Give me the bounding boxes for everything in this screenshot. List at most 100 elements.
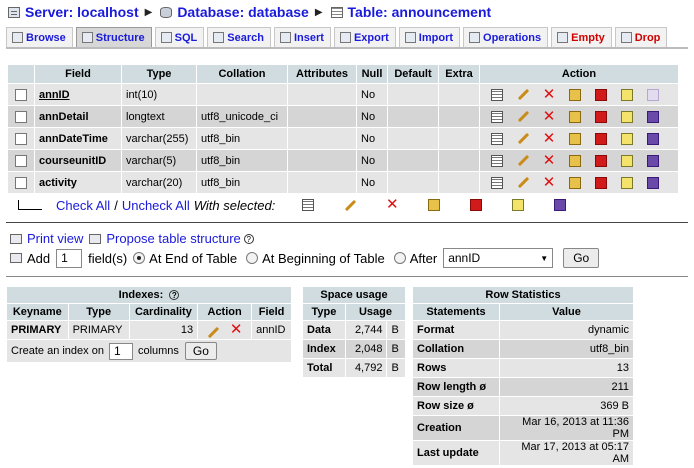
index-button[interactable] (614, 153, 640, 169)
tab-operations[interactable]: Operations (463, 27, 549, 47)
tab-import[interactable]: Import (398, 27, 461, 47)
tab-browse[interactable]: Browse (6, 27, 73, 47)
add-go-button[interactable]: Go (563, 248, 600, 268)
change-button[interactable] (510, 153, 536, 169)
browse-distinct-button[interactable] (484, 131, 510, 147)
primary-button[interactable] (562, 153, 588, 169)
index-button[interactable] (614, 131, 640, 147)
row-checkbox[interactable] (15, 132, 27, 145)
uncheck-all-link[interactable]: Uncheck All (122, 198, 190, 213)
with-selected-label: With selected: (193, 197, 276, 213)
change-button[interactable] (510, 131, 536, 147)
table-row: Data 2,744 B (303, 321, 405, 339)
index-drop-button[interactable]: ✕ (226, 322, 246, 337)
unique-button[interactable] (588, 131, 614, 147)
field-name: activity (39, 176, 77, 189)
index-button[interactable] (614, 87, 640, 103)
tab-structure[interactable]: Structure (75, 27, 152, 47)
tab-drop[interactable]: Drop (614, 27, 668, 47)
browse-distinct-button[interactable] (484, 109, 510, 125)
table-row: Rows 13 (413, 359, 633, 377)
pencil-icon (517, 88, 529, 101)
tab-sql[interactable]: SQL (154, 27, 205, 47)
unique-button[interactable] (588, 87, 614, 103)
breadcrumb-server[interactable]: Server: localhost (8, 4, 139, 20)
help-icon[interactable]: ? (169, 290, 180, 300)
primary-button[interactable] (562, 109, 588, 125)
after-field-select[interactable]: annID ▼ (443, 248, 554, 268)
create-index-go-button[interactable]: Go (184, 342, 217, 360)
create-index-count-input[interactable] (108, 342, 133, 360)
row-checkbox[interactable] (15, 88, 27, 101)
end-of-table-radio[interactable] (133, 252, 146, 264)
index-button[interactable] (614, 109, 640, 125)
check-all-link[interactable]: Check All (56, 198, 110, 213)
breadcrumb-database-label[interactable]: Database: database (177, 4, 309, 20)
header-default[interactable]: Default (388, 65, 438, 83)
unique-button[interactable] (588, 153, 614, 169)
change-button[interactable] (510, 87, 536, 103)
row-checkbox[interactable] (15, 154, 27, 167)
primary-button[interactable] (562, 131, 588, 147)
drop-button[interactable]: ✕ (536, 153, 562, 169)
tab-search[interactable]: Search (207, 27, 271, 47)
insert-icon (279, 32, 291, 43)
indexes-caption: Indexes: ? (7, 287, 291, 303)
row-checkbox[interactable] (15, 110, 27, 123)
selected-primary-button[interactable] (413, 199, 455, 211)
primary-button[interactable] (562, 87, 588, 103)
tab-insert[interactable]: Insert (273, 27, 331, 47)
fulltext-button[interactable] (640, 131, 666, 147)
browse-distinct-button[interactable] (484, 175, 510, 191)
selected-change-button[interactable] (329, 199, 371, 211)
drop-button[interactable]: ✕ (536, 109, 562, 125)
primary-button[interactable] (562, 175, 588, 191)
breadcrumb-table-label[interactable]: Table: announcement (348, 4, 492, 20)
breadcrumb-table[interactable]: Table: announcement (330, 4, 492, 20)
drop-button[interactable]: ✕ (536, 87, 562, 103)
index-button[interactable] (614, 175, 640, 191)
unique-button[interactable] (588, 175, 614, 191)
header-type[interactable]: Type (122, 65, 196, 83)
breadcrumb-database[interactable]: Database: database (160, 4, 309, 20)
propose-structure-link[interactable]: Propose table structure (106, 231, 240, 246)
stat-value: 369 B (500, 397, 633, 415)
field-type: int(10) (122, 84, 196, 105)
header-attributes[interactable]: Attributes (288, 65, 356, 83)
row-checkbox[interactable] (15, 176, 27, 189)
fulltext-button[interactable] (640, 109, 666, 125)
selected-drop-button[interactable]: ✕ (371, 197, 413, 212)
selected-browse-button[interactable] (287, 199, 329, 211)
unique-button[interactable] (588, 109, 614, 125)
header-extra[interactable]: Extra (439, 65, 479, 83)
header-value: Value (500, 304, 633, 320)
add-field-count-input[interactable] (56, 248, 83, 268)
change-button[interactable] (510, 175, 536, 191)
print-view-link[interactable]: Print view (27, 231, 83, 246)
header-null[interactable]: Null (357, 65, 387, 83)
tab-empty[interactable]: Empty (551, 27, 612, 47)
breadcrumb-server-label[interactable]: Server: localhost (25, 4, 139, 20)
fulltext-button[interactable] (640, 87, 666, 103)
change-button[interactable] (510, 109, 536, 125)
selected-unique-button[interactable] (455, 199, 497, 211)
header-collation[interactable]: Collation (197, 65, 287, 83)
primary-key-icon (569, 154, 581, 167)
drop-button[interactable]: ✕ (536, 131, 562, 147)
fulltext-button[interactable] (640, 153, 666, 169)
help-icon[interactable]: ? (243, 233, 254, 244)
browse-distinct-button[interactable] (484, 87, 510, 103)
tab-export[interactable]: Export (333, 27, 396, 47)
stat-value: Mar 16, 2013 at 11:36 PM (500, 416, 633, 440)
fulltext-button[interactable] (640, 175, 666, 191)
drop-button[interactable]: ✕ (536, 175, 562, 191)
index-edit-button[interactable] (203, 326, 223, 338)
field-name: courseunitID (39, 154, 107, 167)
selected-index-button[interactable] (497, 199, 539, 211)
field-attributes (288, 172, 356, 193)
header-field[interactable]: Field (35, 65, 121, 83)
beginning-of-table-radio[interactable] (246, 252, 259, 264)
browse-distinct-button[interactable] (484, 153, 510, 169)
selected-fulltext-button[interactable] (539, 199, 581, 211)
after-field-radio[interactable] (393, 252, 406, 264)
